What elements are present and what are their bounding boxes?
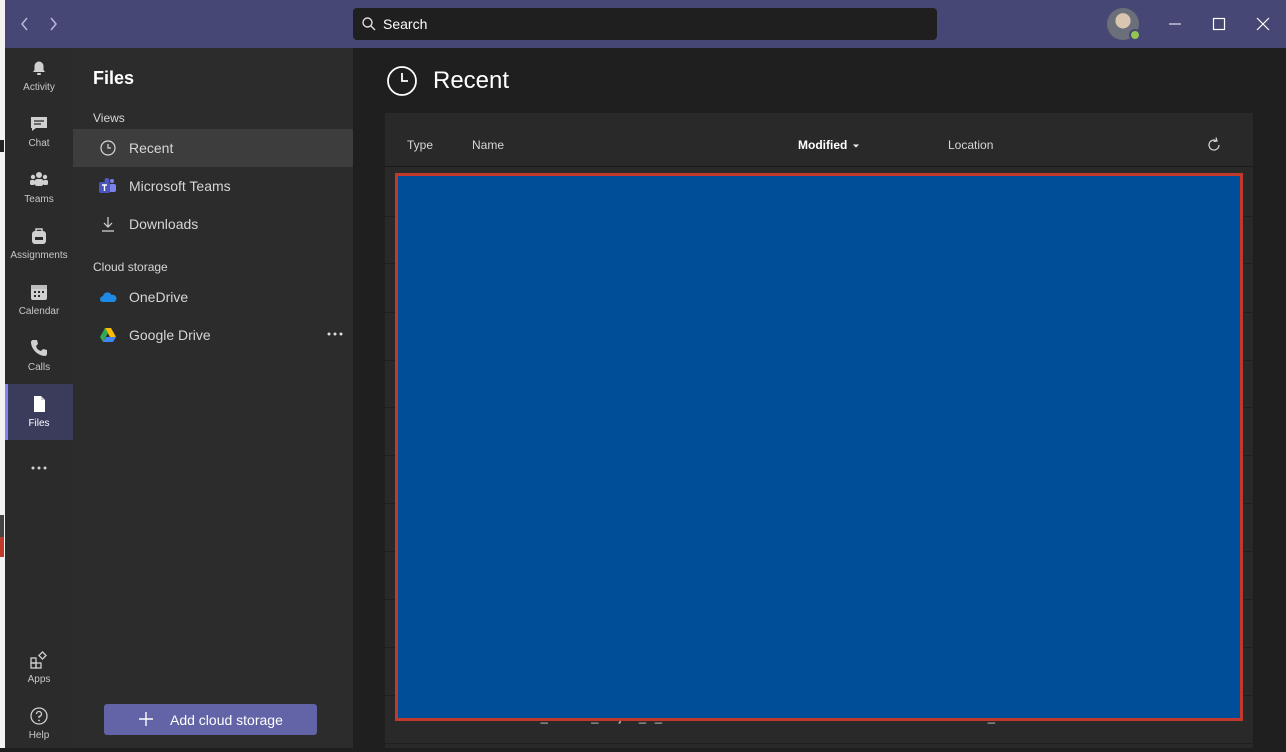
rail-label: Apps [27, 674, 51, 685]
nav-item-label: OneDrive [129, 289, 189, 305]
rail-item-apps[interactable]: Apps [5, 640, 73, 696]
close-icon[interactable] [1251, 12, 1275, 36]
files-table: Type Name Modified Location biedermann_S… [385, 113, 1253, 748]
teams-logo-icon [99, 178, 116, 193]
rail-label: Teams [24, 194, 54, 205]
nav-item-google-drive[interactable]: Google Drive [73, 316, 353, 354]
redaction-overlay [395, 173, 1243, 721]
avatar[interactable] [1107, 8, 1141, 41]
rail-item-teams[interactable]: Teams [5, 160, 73, 216]
background-mark [0, 537, 4, 557]
minimize-icon[interactable] [1163, 12, 1187, 36]
cloud-section-label: Cloud storage [93, 260, 168, 274]
download-icon [102, 217, 114, 232]
forward-icon[interactable] [43, 13, 63, 35]
main-content: Recent Type Name Modified Location biede… [353, 48, 1286, 748]
add-cloud-storage-button[interactable]: Add cloud storage [104, 704, 317, 735]
teams-icon [30, 172, 48, 186]
title-bar: Search [5, 0, 1286, 48]
search-icon [362, 17, 376, 31]
help-icon [30, 707, 48, 725]
google-drive-icon [100, 328, 116, 342]
file-icon [34, 396, 45, 412]
rail-label: Chat [28, 138, 50, 149]
rail-more-button[interactable] [5, 448, 73, 488]
refresh-icon[interactable] [1205, 136, 1223, 154]
scrollbar[interactable] [1278, 48, 1286, 748]
nav-item-label: Microsoft Teams [129, 178, 231, 194]
back-icon[interactable] [15, 13, 35, 35]
column-header-modified-label: Modified [798, 138, 848, 152]
rail-item-calls[interactable]: Calls [5, 328, 73, 384]
background-mark [0, 515, 4, 537]
rail-item-activity[interactable]: Activity [5, 48, 73, 104]
clock-icon [100, 140, 116, 156]
rail-label: Calls [27, 362, 51, 373]
views-section-label: Views [93, 111, 125, 125]
backpack-icon [32, 228, 46, 244]
sort-descending-icon [852, 144, 859, 148]
rail-label: Help [28, 730, 50, 741]
column-header-location[interactable]: Location [948, 138, 993, 152]
app-rail: Activity Chat Teams Assignments Calendar… [5, 48, 73, 748]
clock-icon [387, 66, 417, 96]
plus-icon [138, 709, 154, 733]
search-input[interactable]: Search [353, 8, 937, 40]
chat-icon [31, 117, 47, 131]
column-header-type[interactable]: Type [407, 138, 433, 152]
bell-icon [33, 61, 45, 75]
rail-item-chat[interactable]: Chat [5, 104, 73, 160]
background-mark [0, 140, 4, 152]
nav-item-downloads[interactable]: Downloads [73, 205, 353, 243]
rail-label: Calendar [18, 306, 60, 317]
nav-item-label: Google Drive [129, 327, 211, 343]
row-divider [385, 743, 1253, 744]
apps-icon [30, 651, 47, 669]
column-header-modified[interactable]: Modified [798, 138, 861, 152]
phone-icon [31, 340, 47, 356]
ellipsis-icon [31, 466, 47, 470]
onedrive-icon [100, 292, 117, 302]
nav-item-label: Recent [129, 140, 174, 156]
column-header-name[interactable]: Name [472, 138, 504, 152]
search-placeholder: Search [383, 16, 428, 32]
rail-item-files[interactable]: Files [5, 384, 73, 440]
presence-available-icon [1129, 29, 1141, 41]
rail-item-help[interactable]: Help [5, 696, 73, 752]
rail-item-calendar[interactable]: Calendar [5, 272, 73, 328]
nav-item-recent[interactable]: Recent [73, 129, 353, 167]
rail-label: Assignments [10, 250, 68, 261]
table-header: Type Name Modified Location [385, 113, 1253, 167]
calendar-icon [31, 285, 47, 300]
nav-item-microsoft-teams[interactable]: Microsoft Teams [73, 167, 353, 205]
maximize-icon[interactable] [1207, 12, 1231, 36]
add-cloud-storage-label: Add cloud storage [170, 712, 283, 728]
page-title: Recent [433, 67, 510, 94]
nav-item-label: Downloads [129, 216, 199, 232]
rail-label: Activity [23, 82, 55, 93]
panel-title: Files [93, 68, 135, 88]
files-panel: Files Views Recent Microsoft Teams Downl… [73, 48, 353, 748]
rail-label: Files [28, 418, 50, 429]
more-options-icon[interactable] [325, 324, 345, 344]
nav-item-onedrive[interactable]: OneDrive [73, 278, 353, 316]
rail-item-assignments[interactable]: Assignments [5, 216, 73, 272]
